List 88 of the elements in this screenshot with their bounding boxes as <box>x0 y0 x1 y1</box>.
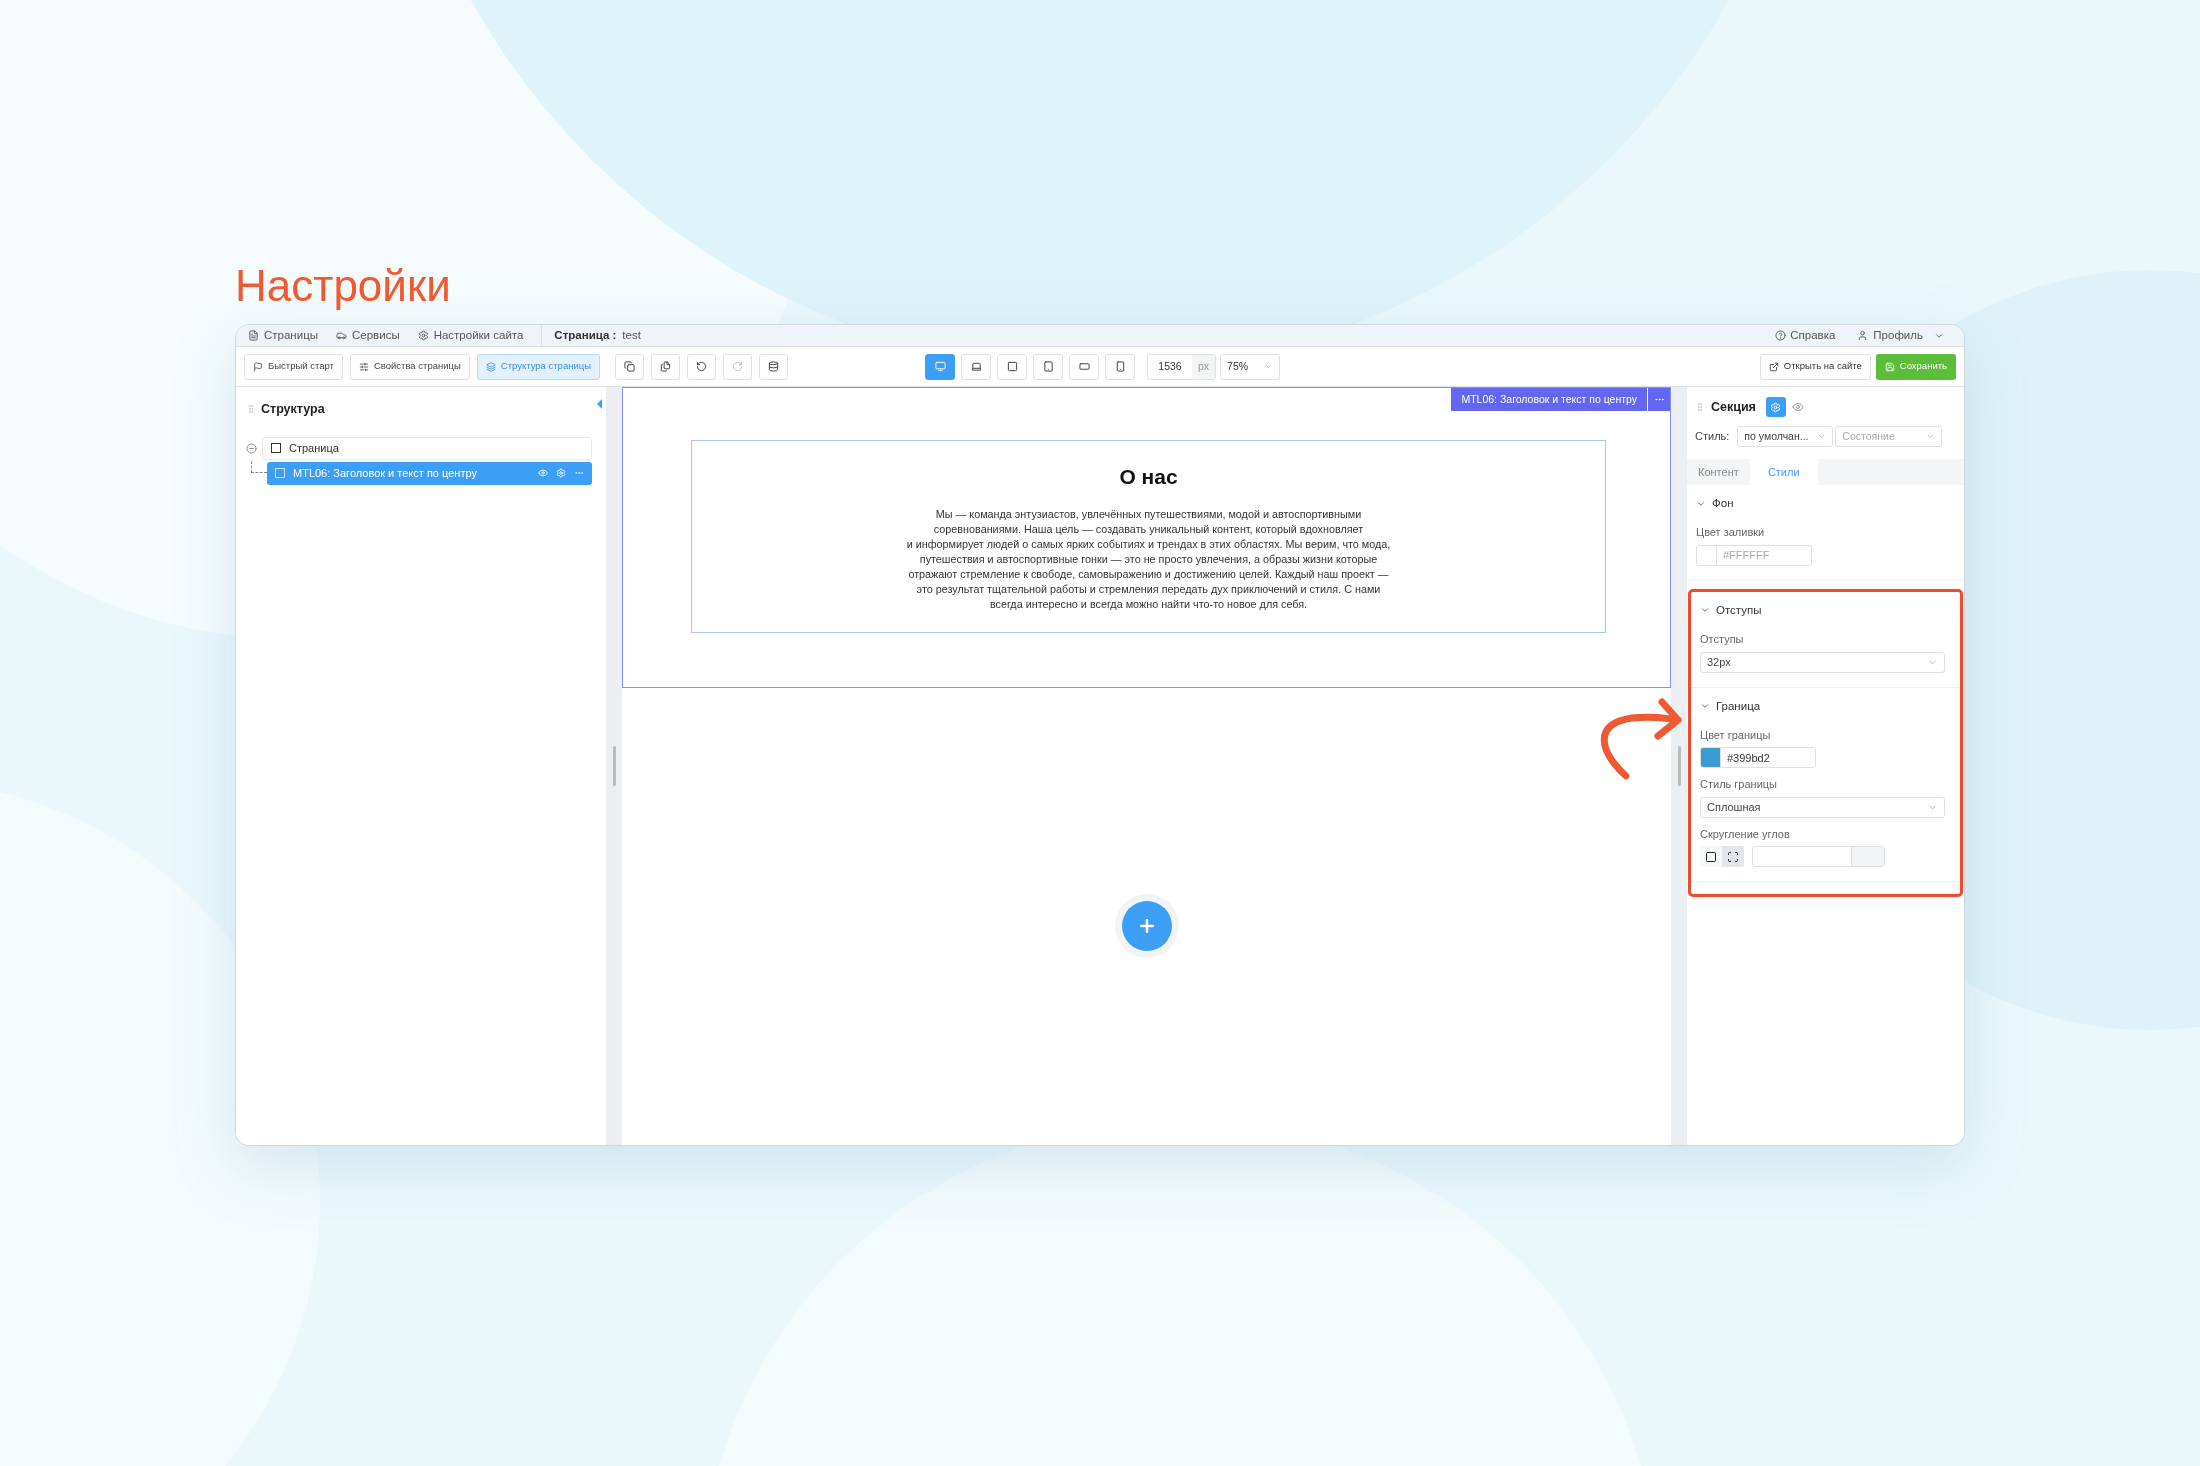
copy-button[interactable] <box>615 353 644 380</box>
style-label: Стиль: <box>1695 429 1730 445</box>
selected-section[interactable] <box>622 387 1671 688</box>
add-section-button[interactable] <box>1121 901 1172 951</box>
collapse-icon[interactable] <box>246 442 257 454</box>
help-link[interactable]: Справка <box>1775 326 1836 345</box>
car-icon <box>336 330 347 341</box>
drag-handle-icon[interactable] <box>1695 402 1705 412</box>
profile-menu[interactable]: Профиль <box>1857 326 1944 345</box>
corners-icon <box>1727 850 1739 863</box>
section-badge: MTL06: Заголовок и текст по центру <box>1451 388 1647 411</box>
radius-field[interactable] <box>1752 846 1885 868</box>
field-label: Цвет границы <box>1700 727 1772 743</box>
laptop-icon <box>970 361 982 372</box>
open-site-button[interactable]: Открыть на сайте <box>1759 353 1871 380</box>
copy-icon <box>624 361 635 372</box>
splitter[interactable] <box>1671 387 1687 1145</box>
section-heading: О нас <box>1119 464 1178 490</box>
undo-icon <box>696 361 707 372</box>
flag-icon <box>253 361 263 372</box>
database-icon <box>768 361 779 372</box>
sliders-icon <box>358 361 369 372</box>
chevron-icon <box>1817 432 1827 441</box>
section-paragraph: Мы — команда энтузиастов, увлечённых путешествиями, модой и автоспортивными соревнованиями. Наша цель — создавать уникальный контент, который вдохновляет и информирует людей о самых ярких событиях и трендах в этих областях. Мы верим, что мода, путешествия и автоспортивные гонки — это не просто увлечения, а образы жизни которые отражают стремление к свободе, самовыражению и достижению целей. Каждый наш проект — это результат тщательной работы и стремления передать дух приключений и стиля. С нами всегда интересно и всегда можно найти что-то новое для себя. <box>906 506 1391 612</box>
field-label: Стиль границы <box>1700 777 1778 793</box>
settings-icon[interactable] <box>556 468 566 479</box>
eye-icon[interactable] <box>538 468 548 479</box>
toolbar-button[interactable]: Свойства страницы <box>349 353 470 380</box>
single-radius-button[interactable] <box>1700 846 1722 868</box>
phone-icon <box>1114 361 1126 372</box>
tablet-view-button[interactable] <box>1033 353 1063 380</box>
chevron-icon <box>1264 362 1274 371</box>
square-icon <box>1705 850 1717 863</box>
page-label: Страница : <box>554 327 617 343</box>
document-icon <box>248 330 259 341</box>
section-title[interactable]: Фон <box>1712 495 1734 513</box>
width-field[interactable]: 1536 px <box>1147 353 1217 380</box>
page-name: test <box>622 327 641 343</box>
unit-label: px <box>1192 354 1216 379</box>
panel-title: Структура <box>261 401 325 418</box>
help-icon <box>1775 330 1787 341</box>
square-view-button[interactable] <box>997 353 1027 380</box>
tree-item[interactable]: Страница <box>262 436 592 460</box>
select-field[interactable]: Сплошная <box>1700 796 1945 818</box>
style-select[interactable]: по умолчан... <box>1737 426 1834 447</box>
phone-view-button[interactable] <box>1105 353 1135 380</box>
field-label: Отступы <box>1700 632 1745 647</box>
paste-button[interactable] <box>651 353 680 380</box>
page-headline: Настройки <box>235 260 452 312</box>
redo-icon <box>732 361 743 372</box>
tablet-icon <box>1042 361 1054 372</box>
section-title[interactable]: Граница <box>1716 697 1761 715</box>
eye-icon[interactable] <box>1791 401 1804 413</box>
landscape-phone-icon <box>1078 361 1090 372</box>
drag-handle-icon[interactable] <box>246 404 256 415</box>
color-swatch[interactable] <box>1701 748 1721 768</box>
settings-button[interactable] <box>1765 397 1786 417</box>
save-icon <box>1884 361 1895 372</box>
landscape-phone-view-button[interactable] <box>1069 353 1099 380</box>
toolbar-button[interactable]: Быстрый старт <box>244 353 343 380</box>
undo-button[interactable] <box>687 353 716 380</box>
nav-link[interactable]: Настройки сайта <box>417 326 524 345</box>
laptop-view-button[interactable] <box>961 353 991 380</box>
redo-button[interactable] <box>723 353 752 380</box>
select-field[interactable]: 32px <box>1700 651 1945 673</box>
panel-title: Секция <box>1711 398 1756 416</box>
paste-icon <box>660 361 671 372</box>
nav-link[interactable]: Страницы <box>248 326 318 345</box>
per-corner-radius-button[interactable] <box>1722 846 1744 868</box>
desktop-icon <box>934 361 946 372</box>
more-button[interactable] <box>1648 388 1670 411</box>
color-field[interactable]: #399bd2 <box>1700 747 1816 769</box>
nav-link[interactable]: Сервисы <box>336 326 400 345</box>
layers-icon <box>485 361 496 372</box>
content-block[interactable] <box>691 440 1606 633</box>
user-icon <box>1857 330 1869 341</box>
field-label: Цвет заливки <box>1696 525 1766 541</box>
external-link-icon <box>1768 361 1779 372</box>
settings-icon <box>417 330 429 341</box>
desktop-view-button[interactable] <box>925 353 955 380</box>
zoom-select[interactable]: 75% <box>1220 353 1281 380</box>
field-label: Скругление углов <box>1700 826 1791 842</box>
square-icon <box>1006 361 1018 372</box>
database-button[interactable] <box>759 353 788 380</box>
section-title[interactable]: Отступы <box>1716 601 1762 619</box>
chevron-icon <box>1926 432 1936 441</box>
color-swatch[interactable] <box>1697 545 1717 565</box>
settings-icon <box>1770 401 1782 413</box>
